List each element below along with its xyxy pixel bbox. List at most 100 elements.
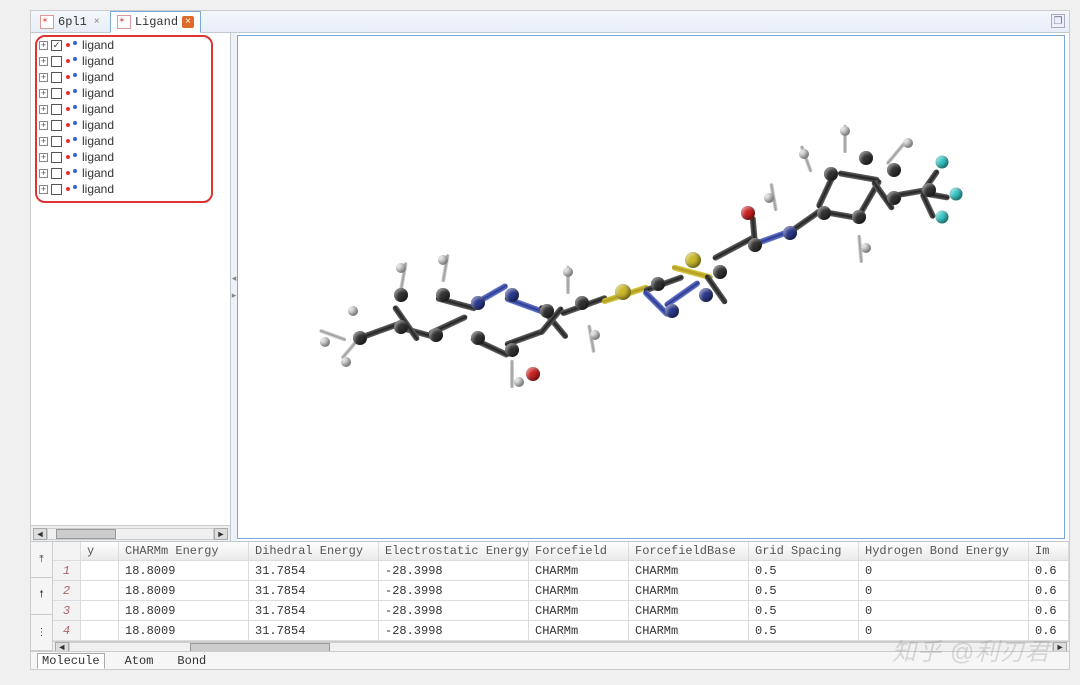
tree-item[interactable]: +ligand bbox=[33, 117, 228, 133]
cell[interactable]: CHARMm bbox=[629, 581, 749, 600]
cell[interactable]: 0.6 bbox=[1029, 581, 1069, 600]
expand-icon[interactable]: + bbox=[39, 89, 48, 98]
table-scrollbar[interactable]: ◄ ► bbox=[53, 641, 1069, 651]
table-row[interactable]: 218.800931.7854-28.3998CHARMmCHARMm0.500… bbox=[53, 581, 1069, 601]
expand-icon[interactable]: + bbox=[39, 137, 48, 146]
tree-item[interactable]: +ligand bbox=[33, 69, 228, 85]
tree-item[interactable]: +✓ligand bbox=[33, 37, 228, 53]
col-header[interactable]: Electrostatic Energy bbox=[379, 542, 529, 560]
visibility-checkbox[interactable] bbox=[51, 56, 62, 67]
cell[interactable]: 0.5 bbox=[749, 581, 859, 600]
cell[interactable]: 31.7854 bbox=[249, 561, 379, 580]
tree-item[interactable]: +ligand bbox=[33, 85, 228, 101]
cell[interactable]: -28.3998 bbox=[379, 621, 529, 640]
cell[interactable]: CHARMm bbox=[529, 601, 629, 620]
col-header[interactable]: CHARMm Energy bbox=[119, 542, 249, 560]
scroll-thumb[interactable] bbox=[190, 643, 330, 651]
expand-icon[interactable]: + bbox=[39, 121, 48, 130]
collapse-right-icon[interactable]: ▸ bbox=[232, 290, 237, 301]
3d-viewer[interactable] bbox=[237, 35, 1065, 539]
tree-item[interactable]: +ligand bbox=[33, 53, 228, 69]
visibility-checkbox[interactable] bbox=[51, 152, 62, 163]
tree-item[interactable]: +ligand bbox=[33, 165, 228, 181]
expand-icon[interactable]: + bbox=[39, 73, 48, 82]
tab-bond[interactable]: Bond bbox=[173, 654, 210, 668]
cell[interactable]: -28.3998 bbox=[379, 561, 529, 580]
cell[interactable]: 18.8009 bbox=[119, 601, 249, 620]
col-header[interactable]: Forcefield bbox=[529, 542, 629, 560]
scroll-track[interactable] bbox=[47, 528, 214, 540]
col-header[interactable]: Dihedral Energy bbox=[249, 542, 379, 560]
cell[interactable]: 0.5 bbox=[749, 561, 859, 580]
cell[interactable] bbox=[81, 561, 119, 580]
tab-6pl1[interactable]: 6pl1 × bbox=[33, 11, 110, 32]
table-row[interactable]: 318.800931.7854-28.3998CHARMmCHARMm0.500… bbox=[53, 601, 1069, 621]
row-number[interactable]: 3 bbox=[53, 601, 81, 620]
cell[interactable]: 0.6 bbox=[1029, 561, 1069, 580]
cell[interactable] bbox=[81, 601, 119, 620]
cell[interactable]: 0 bbox=[859, 621, 1029, 640]
tab-molecule[interactable]: Molecule bbox=[37, 653, 105, 669]
cell[interactable]: 31.7854 bbox=[249, 621, 379, 640]
row-number[interactable]: 4 bbox=[53, 621, 81, 640]
cell[interactable]: 0.6 bbox=[1029, 621, 1069, 640]
cell[interactable]: CHARMm bbox=[529, 561, 629, 580]
col-header[interactable]: Grid Spacing bbox=[749, 542, 859, 560]
table-row[interactable]: 118.800931.7854-28.3998CHARMmCHARMm0.500… bbox=[53, 561, 1069, 581]
close-icon[interactable]: × bbox=[182, 16, 194, 28]
scroll-right-icon[interactable]: ► bbox=[214, 528, 228, 540]
expand-icon[interactable]: + bbox=[39, 57, 48, 66]
cell[interactable]: -28.3998 bbox=[379, 601, 529, 620]
cell[interactable]: CHARMm bbox=[629, 621, 749, 640]
tree-item[interactable]: +ligand bbox=[33, 149, 228, 165]
expand-icon[interactable]: + bbox=[39, 105, 48, 114]
expand-icon[interactable]: + bbox=[39, 185, 48, 194]
cell[interactable]: 0 bbox=[859, 601, 1029, 620]
visibility-checkbox[interactable]: ✓ bbox=[51, 40, 62, 51]
cell[interactable]: CHARMm bbox=[629, 561, 749, 580]
cell[interactable]: 0 bbox=[859, 581, 1029, 600]
cell[interactable]: 18.8009 bbox=[119, 581, 249, 600]
tree-item[interactable]: +ligand bbox=[33, 101, 228, 117]
cell[interactable]: -28.3998 bbox=[379, 581, 529, 600]
expand-icon[interactable]: + bbox=[39, 153, 48, 162]
cell[interactable]: 0 bbox=[859, 561, 1029, 580]
col-header[interactable]: ForcefieldBase bbox=[629, 542, 749, 560]
cell[interactable]: 18.8009 bbox=[119, 561, 249, 580]
scroll-left-icon[interactable]: ◄ bbox=[33, 528, 47, 540]
expand-icon[interactable]: + bbox=[39, 41, 48, 50]
tab-atom[interactable]: Atom bbox=[121, 654, 158, 668]
cell[interactable] bbox=[81, 621, 119, 640]
cell[interactable] bbox=[81, 581, 119, 600]
prev-row-icon[interactable]: 🠕 bbox=[31, 578, 52, 614]
expand-icon[interactable]: + bbox=[39, 169, 48, 178]
sidebar-scrollbar[interactable]: ◄ ► bbox=[31, 525, 230, 541]
visibility-checkbox[interactable] bbox=[51, 88, 62, 99]
cell[interactable]: 0.5 bbox=[749, 601, 859, 620]
cell[interactable]: CHARMm bbox=[629, 601, 749, 620]
scroll-track[interactable] bbox=[69, 642, 1053, 651]
cell[interactable]: 31.7854 bbox=[249, 581, 379, 600]
row-number[interactable]: 2 bbox=[53, 581, 81, 600]
rownum-header[interactable] bbox=[53, 542, 81, 560]
collapse-left-icon[interactable]: ◂ bbox=[232, 273, 237, 284]
scroll-left-icon[interactable]: ◄ bbox=[55, 642, 69, 651]
col-header[interactable]: Hydrogen Bond Energy bbox=[859, 542, 1029, 560]
tree-item[interactable]: +ligand bbox=[33, 133, 228, 149]
visibility-checkbox[interactable] bbox=[51, 72, 62, 83]
visibility-checkbox[interactable] bbox=[51, 136, 62, 147]
cell[interactable]: CHARMm bbox=[529, 581, 629, 600]
cell[interactable]: 31.7854 bbox=[249, 601, 379, 620]
col-header[interactable]: Im bbox=[1029, 542, 1069, 560]
cell[interactable]: CHARMm bbox=[529, 621, 629, 640]
first-row-icon[interactable]: ⤒ bbox=[31, 542, 52, 578]
visibility-checkbox[interactable] bbox=[51, 104, 62, 115]
more-rows-icon[interactable]: ⋮ bbox=[31, 615, 52, 651]
close-icon[interactable]: × bbox=[91, 16, 103, 28]
row-number[interactable]: 1 bbox=[53, 561, 81, 580]
col-header[interactable]: y bbox=[81, 542, 119, 560]
cell[interactable]: 0.6 bbox=[1029, 601, 1069, 620]
cell[interactable]: 0.5 bbox=[749, 621, 859, 640]
tab-ligand[interactable]: Ligand × bbox=[110, 11, 201, 33]
table-row[interactable]: 418.800931.7854-28.3998CHARMmCHARMm0.500… bbox=[53, 621, 1069, 641]
